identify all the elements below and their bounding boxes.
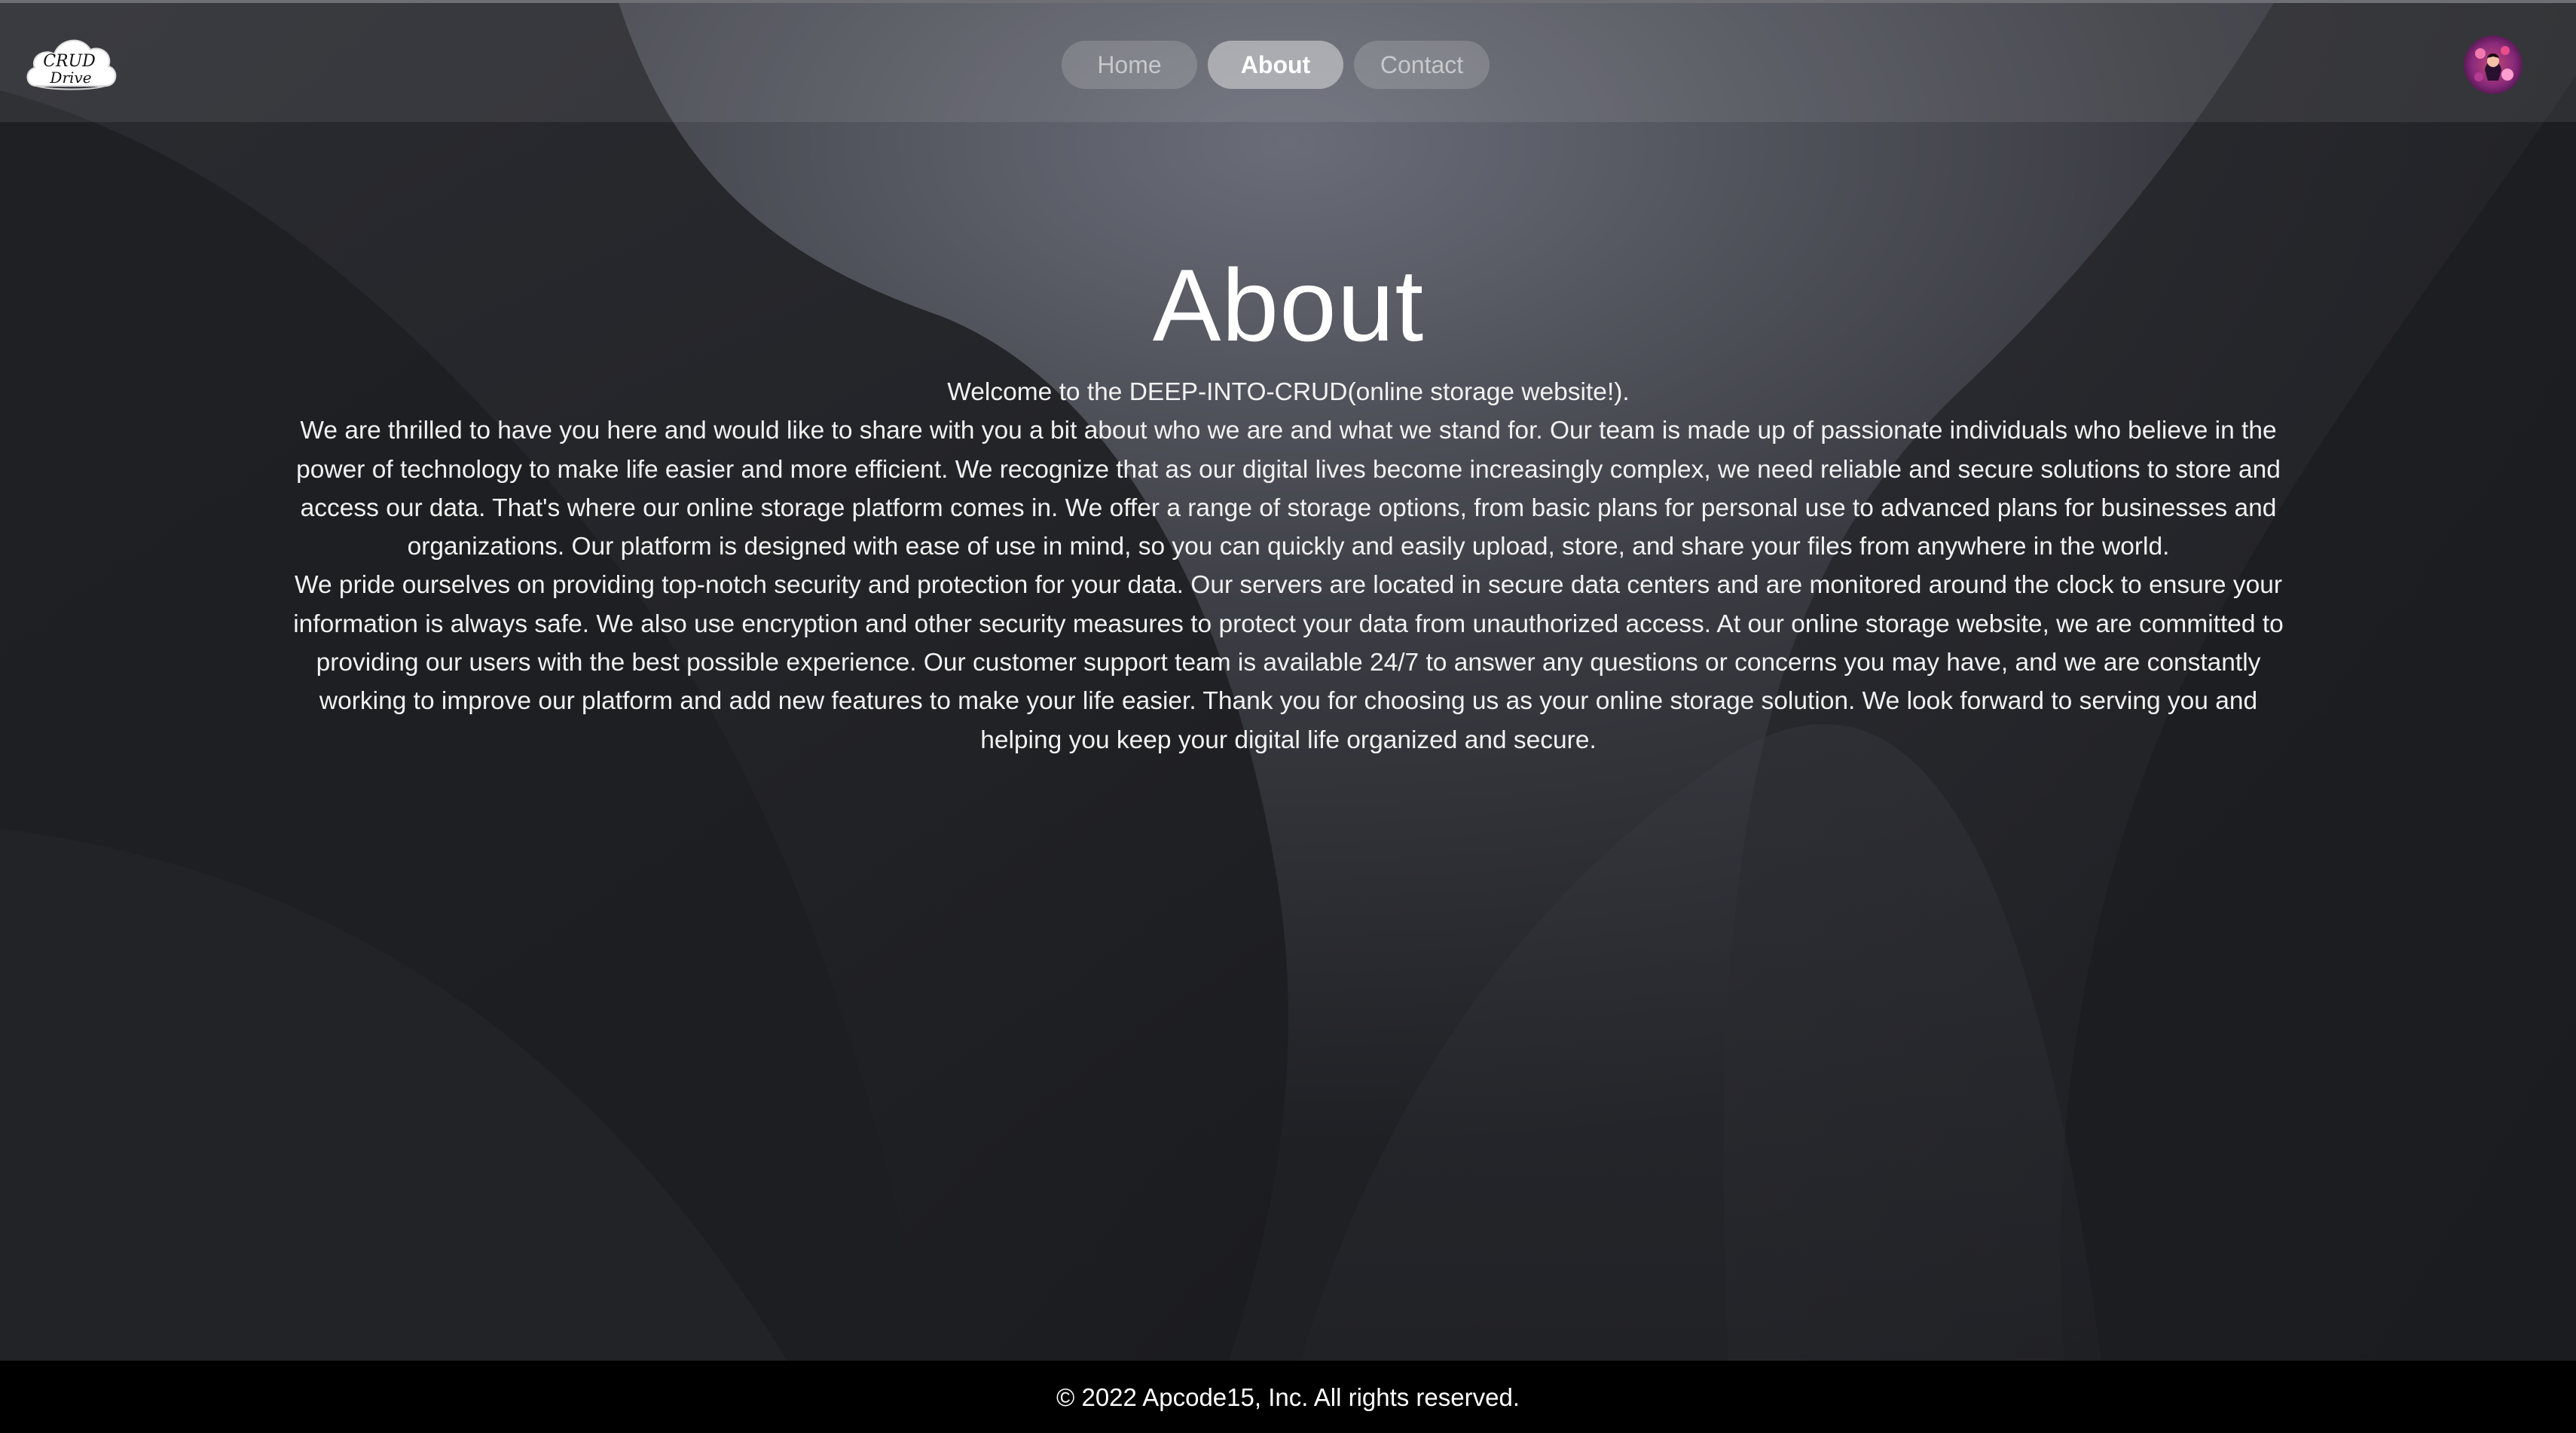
page: CRUD Drive Home About Contact About Welc… xyxy=(0,0,2576,1433)
avatar-icon xyxy=(2464,35,2523,94)
logo-text-line2: Drive xyxy=(49,69,91,87)
intro-text: Welcome to the DEEP-INTO-CRUD(online sto… xyxy=(947,378,1630,406)
nav-home[interactable]: Home xyxy=(1062,41,1197,89)
nav-links: Home About Contact xyxy=(1062,41,1490,90)
navbar: CRUD Drive Home About Contact xyxy=(0,0,2576,122)
about-paragraph-1: We are thrilled to have you here and wou… xyxy=(296,417,2281,561)
cloud-icon: CRUD Drive xyxy=(26,39,117,90)
nav-contact[interactable]: Contact xyxy=(1354,41,1490,89)
page-title: About xyxy=(1152,248,1425,362)
nav-about[interactable]: About xyxy=(1208,41,1343,89)
about-paragraph-2: We pride ourselves on providing top-notc… xyxy=(293,571,2284,754)
footer: © 2022 Apcode15, Inc. All rights reserve… xyxy=(0,1361,2576,1433)
copyright-text: © 2022 Apcode15, Inc. All rights reserve… xyxy=(1056,1383,1520,1411)
user-avatar[interactable] xyxy=(2464,35,2523,94)
about-section: About Welcome to the DEEP-INTO-CRUD(onli… xyxy=(286,237,2290,759)
crud-drive-logo[interactable]: CRUD Drive xyxy=(23,27,121,99)
